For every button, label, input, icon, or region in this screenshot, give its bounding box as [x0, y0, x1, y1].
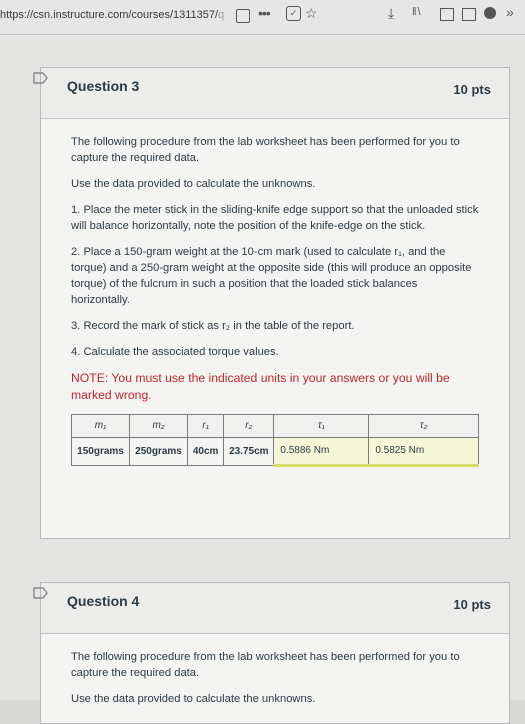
quiz-page: Question 3 10 pts The following procedur… [0, 35, 525, 724]
question-points: 10 pts [453, 597, 491, 612]
question-text: The following procedure from the lab wor… [71, 136, 460, 164]
account-icon[interactable] [484, 7, 496, 19]
pocket-icon[interactable]: ✓ [286, 6, 301, 21]
units-note: NOTE: You must use the indicated units i… [71, 371, 450, 402]
flag-question-icon[interactable] [33, 72, 49, 84]
table-cell: 150grams [70, 437, 131, 466]
overflow-menu-icon[interactable]: » [506, 4, 514, 20]
torque-2-answer-input[interactable]: 0.5825 Nm [368, 437, 479, 467]
procedure-step: 2. Place a 150-gram weight at the 10-cm … [71, 246, 472, 306]
browser-toolbar: https://csn.instructure.com/courses/1311… [0, 0, 525, 35]
question-text: Use the data provided to calculate the u… [71, 693, 316, 705]
download-icon[interactable]: ⤓ [388, 5, 394, 22]
reader-view-icon[interactable] [236, 9, 250, 23]
library-icon[interactable]: ‖\ [412, 6, 422, 18]
procedure-step: 1. Place the meter stick in the sliding-… [71, 204, 479, 232]
table-header: τ₁ [273, 414, 370, 438]
question-4-body: The following procedure from the lab wor… [41, 634, 509, 707]
question-text: The following procedure from the lab wor… [71, 651, 460, 679]
table-header: τ₂ [368, 414, 479, 438]
question-text: Use the data provided to calculate the u… [71, 178, 316, 190]
page-actions-icon[interactable]: ••• [258, 5, 271, 21]
tabs-icon[interactable] [462, 8, 476, 21]
question-3-header: Question 3 10 pts [33, 68, 509, 119]
table-cell: 40cm [187, 437, 225, 466]
url-text: https://csn.instructure.com/courses/1311… [0, 9, 219, 21]
question-title: Question 3 [67, 78, 140, 94]
flag-question-icon[interactable] [33, 587, 49, 599]
question-title: Question 4 [67, 593, 140, 609]
sidebar-icon[interactable] [440, 8, 454, 21]
table-header: r₂ [223, 414, 275, 438]
question-4-header: Question 4 10 pts [33, 583, 509, 634]
address-bar[interactable]: https://csn.instructure.com/courses/1311… [0, 9, 224, 21]
question-3-body: The following procedure from the lab wor… [41, 119, 509, 467]
table-row: 150grams 250grams 40cm 23.75cm 0.5886 Nm… [70, 437, 479, 467]
table-cell: 250grams [129, 437, 189, 466]
question-4-card: Question 4 10 pts The following procedur… [33, 582, 510, 724]
table-header: m₂ [129, 414, 189, 438]
table-header: m₁ [70, 414, 131, 438]
data-table: m₁ m₂ r₁ r₂ τ₁ τ₂ 150grams 250grams 40cm… [70, 414, 479, 467]
torque-1-answer-input[interactable]: 0.5886 Nm [273, 437, 370, 467]
question-points: 10 pts [453, 82, 491, 97]
table-header: r₁ [187, 414, 225, 438]
bookmark-star-icon[interactable]: ☆ [305, 5, 318, 22]
procedure-step: 3. Record the mark of stick as r₂ in the… [71, 320, 355, 332]
table-cell: 23.75cm [223, 437, 275, 466]
procedure-step: 4. Calculate the associated torque value… [71, 346, 279, 358]
url-text-faint: q [218, 9, 225, 21]
question-3-card: Question 3 10 pts The following procedur… [33, 67, 510, 539]
